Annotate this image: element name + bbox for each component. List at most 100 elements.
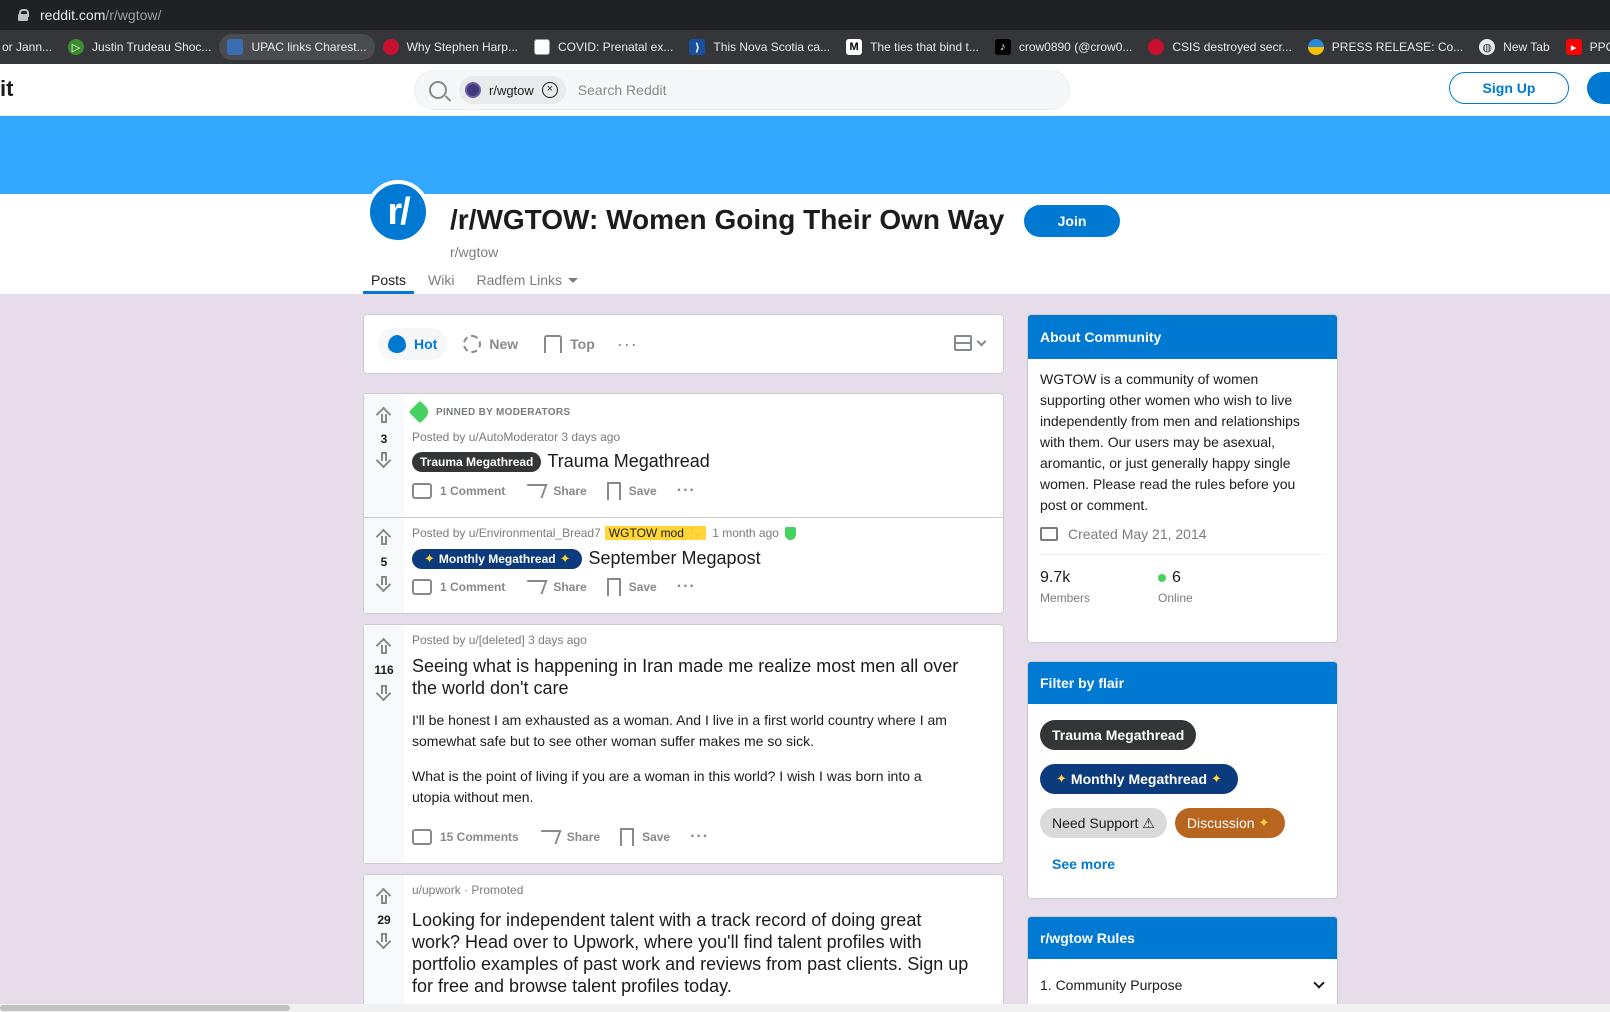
bookmark-label: Justin Trudeau Shoc... xyxy=(92,40,212,54)
post-flair[interactable]: ✦ Monthly Megathread ✦ xyxy=(412,549,583,570)
bookmark-item[interactable]: Why Stephen Harp... xyxy=(375,34,526,60)
subreddit-banner xyxy=(0,116,1610,194)
description-line: supporting other women who wish to live xyxy=(1040,392,1293,408)
save-button[interactable]: Save xyxy=(606,578,657,597)
search-subreddit-chip[interactable]: r/wgtow × xyxy=(459,76,566,104)
save-label: Save xyxy=(642,830,671,844)
comments-button[interactable]: 1 Comment xyxy=(412,579,505,596)
tab-radfem-links[interactable]: Radfem Links xyxy=(468,272,586,294)
sort-new-button[interactable]: New xyxy=(453,328,528,360)
downvote-icon[interactable] xyxy=(375,452,393,470)
tab-posts[interactable]: Posts xyxy=(363,272,415,294)
upvote-icon[interactable] xyxy=(375,528,393,546)
post-author[interactable]: u/upwork xyxy=(412,883,461,897)
sort-hot-button[interactable]: Hot xyxy=(378,328,448,360)
post-meta: Posted by u/[deleted] 3 days ago xyxy=(412,633,587,647)
post-title[interactable]: Trauma Megathread Trauma Megathread xyxy=(412,450,991,473)
bookmark-icon xyxy=(620,828,635,846)
comments-button[interactable]: 15 Comments xyxy=(412,829,519,845)
post-meta: Posted by u/AutoModerator 3 days ago xyxy=(412,430,621,444)
post-actions: 15 Comments Share Save ··· xyxy=(412,828,991,846)
share-button[interactable]: Share xyxy=(522,484,587,499)
more-options-icon[interactable]: ··· xyxy=(617,334,638,355)
bookmark-item[interactable]: ▸ PPC Leader Ma xyxy=(1558,34,1610,60)
downvote-icon[interactable] xyxy=(375,685,393,703)
share-button[interactable]: Share xyxy=(536,830,600,844)
horizontal-scrollbar[interactable] xyxy=(0,1004,1610,1012)
search-input[interactable]: r/wgtow × Search Reddit xyxy=(414,70,1070,110)
bookmark-item[interactable]: UPAC links Charest... xyxy=(219,34,375,60)
post-actions: 1 Comment Share Save ··· xyxy=(412,482,991,501)
vote-column: 5 xyxy=(364,518,404,613)
bookmark-item[interactable]: ◍ New Tab xyxy=(1471,34,1557,60)
close-icon[interactable]: × xyxy=(541,82,558,98)
comments-button[interactable]: 1 Comment xyxy=(412,483,505,500)
sparkle-icon: ✦ xyxy=(424,551,435,567)
community-description: WGTOW is a community of women supporting… xyxy=(1028,359,1337,516)
pinned-label: PINNED BY MODERATORS xyxy=(408,400,991,424)
site-favicon-icon xyxy=(227,39,244,55)
bookmark-item[interactable]: M The ties that bind t... xyxy=(838,34,987,60)
rule-item[interactable]: 1. Community Purpose xyxy=(1028,959,1337,993)
filter-by-flair-title: Filter by flair xyxy=(1028,662,1337,704)
bookmark-icon xyxy=(606,578,621,597)
subreddit-tabs: Posts Wiki Radfem Links xyxy=(363,272,592,294)
post-title[interactable]: ✦ Monthly Megathread ✦ September Megapost xyxy=(412,547,991,570)
top-chart-icon xyxy=(544,335,563,353)
downvote-icon[interactable] xyxy=(375,576,393,594)
save-button[interactable]: Save xyxy=(606,482,657,501)
bookmark-item[interactable]: PRESS RELEASE: Co... xyxy=(1300,34,1471,60)
vote-column: 3 xyxy=(364,394,404,517)
bookmark-item[interactable]: or Jann... xyxy=(0,34,60,60)
log-in-button[interactable] xyxy=(1587,72,1610,104)
see-more-link[interactable]: See more xyxy=(1028,838,1337,872)
members-count: 9.7k xyxy=(1040,569,1071,586)
bookmark-item[interactable]: ▷ Justin Trudeau Shoc... xyxy=(60,34,219,60)
scrollbar-thumb[interactable] xyxy=(0,1005,290,1011)
comment-icon xyxy=(412,579,432,596)
more-options-icon[interactable]: ··· xyxy=(690,828,709,846)
upvote-icon[interactable] xyxy=(375,637,393,655)
post-title[interactable]: Seeing what is happening in Iran made me… xyxy=(412,655,991,699)
post-title[interactable]: Looking for independent talent with a tr… xyxy=(412,909,991,997)
url-host: reddit.com xyxy=(40,7,106,23)
created-date: Created May 21, 2014 xyxy=(1040,516,1325,555)
flair-filter-discussion[interactable]: Discussion ✦ xyxy=(1174,808,1286,838)
online-dot-icon xyxy=(1158,574,1166,582)
sort-label: Hot xyxy=(414,336,438,352)
tab-wiki[interactable]: Wiki xyxy=(420,272,462,294)
flair-filter-trauma[interactable]: Trauma Megathread xyxy=(1040,720,1197,750)
url-path: /r/wgtow/ xyxy=(105,7,162,23)
bookmark-item[interactable]: COVID: Prenatal ex... xyxy=(526,34,681,60)
comments-label: 15 Comments xyxy=(440,830,519,844)
flair-filter-need-support[interactable]: Need Support ⚠ xyxy=(1040,808,1167,838)
post-flair[interactable]: Trauma Megathread xyxy=(412,452,542,473)
post-author[interactable]: Posted by u/Environmental_Bread7 xyxy=(412,526,601,540)
promoted-post-card[interactable]: 29 u/upwork · Promoted Looking for indep… xyxy=(363,874,1004,1012)
browser-window: reddit.com/r/wgtow/ or Jann... ▷ Justin T… xyxy=(0,0,1610,1012)
save-button[interactable]: Save xyxy=(620,828,670,846)
more-options-icon[interactable]: ··· xyxy=(677,578,696,596)
upvote-icon[interactable] xyxy=(375,887,393,905)
save-label: Save xyxy=(628,484,657,499)
post-card[interactable]: 3 PINNED BY MODERATORS Posted by u/AutoM… xyxy=(363,393,1004,518)
more-options-icon[interactable]: ··· xyxy=(677,482,696,500)
share-icon xyxy=(536,830,562,844)
reddit-logo[interactable]: it xyxy=(0,76,13,102)
downvote-icon[interactable] xyxy=(375,933,393,951)
post-card[interactable]: 116 Posted by u/[deleted] 3 days ago See… xyxy=(363,624,1004,864)
sign-up-button[interactable]: Sign Up xyxy=(1449,72,1569,104)
view-toggle[interactable] xyxy=(954,335,987,351)
sparkle-icon: ✦ xyxy=(1056,771,1067,786)
address-bar[interactable]: reddit.com/r/wgtow/ xyxy=(0,0,1610,30)
bookmark-item[interactable]: ♪ crow0890 (@crow0... xyxy=(987,34,1141,60)
flair-filter-monthly[interactable]: ✦ Monthly Megathread ✦ xyxy=(1040,764,1238,794)
bookmark-item[interactable]: ⟩ This Nova Scotia ca... xyxy=(681,34,838,60)
share-button[interactable]: Share xyxy=(522,580,587,595)
join-button[interactable]: Join xyxy=(1024,205,1120,237)
sort-top-button[interactable]: Top xyxy=(534,328,605,360)
post-card[interactable]: 5 Posted by u/Environmental_Bread7 WGTOW… xyxy=(363,518,1004,614)
bookmark-label: Why Stephen Harp... xyxy=(406,40,518,54)
bookmark-item[interactable]: CSIS destroyed secr... xyxy=(1140,34,1299,60)
upvote-icon[interactable] xyxy=(375,406,393,424)
